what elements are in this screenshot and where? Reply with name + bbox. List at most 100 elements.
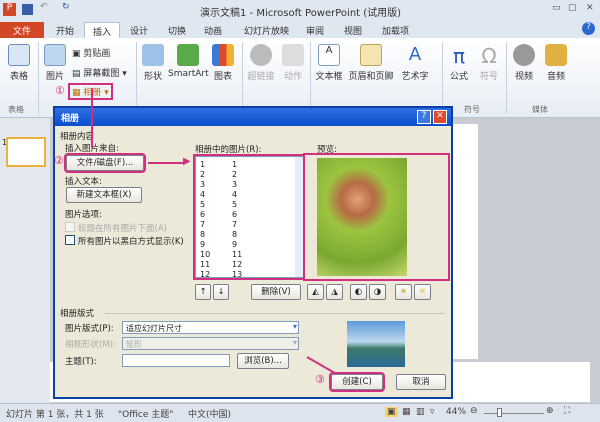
slide-count: 幻灯片 第 1 张，共 1 张 (6, 410, 104, 420)
picture-list-item[interactable]: 88 (200, 230, 302, 240)
group-label-media: 媒体 (532, 105, 548, 114)
picture-list-item[interactable]: 55 (200, 200, 302, 210)
rotate-left-button[interactable]: ◭ (307, 284, 324, 300)
omega-icon: Ω (481, 44, 497, 68)
textbox-button[interactable]: A 文本框 (314, 44, 344, 82)
photo-album-dialog: 相册 ? ✕ 相册内容 插入图片来自: ② 文件/磁盘(F)... 插入文本: … (53, 88, 453, 399)
slide-sorter-icon[interactable]: ▦ (402, 407, 411, 417)
picture-list-item[interactable]: 66 (200, 210, 302, 220)
caption-option-label: 标题在所有图片下面(A) (78, 224, 167, 234)
caption-checkbox[interactable] (65, 222, 75, 232)
zoom-in-icon[interactable]: ⊕ (546, 406, 554, 416)
equation-button[interactable]: π 公式 (446, 44, 472, 82)
wordart-button[interactable]: A 艺术字 (398, 44, 432, 82)
tab-slideshow[interactable]: 幻灯片放映 (236, 22, 297, 38)
save-icon[interactable] (22, 4, 33, 15)
dialog-title: 相册 (61, 114, 80, 124)
picture-list-item[interactable]: 33 (200, 180, 302, 190)
picture-layout-label: 图片版式(P): (65, 324, 114, 334)
zoom-slider[interactable] (484, 413, 544, 414)
tab-view[interactable]: 视图 (336, 22, 370, 38)
picture-button[interactable]: 图片 (42, 44, 68, 82)
tab-insert[interactable]: 插入 (84, 22, 121, 38)
black-white-checkbox[interactable] (65, 235, 75, 245)
picture-options-label: 图片选项: (65, 210, 102, 220)
theme-name: "Office 主题" (118, 410, 174, 420)
picture-layout-select[interactable]: 适应幻灯片尺寸 ▾ (122, 321, 299, 334)
maximize-icon[interactable]: ▢ (568, 3, 577, 13)
screenshot-button[interactable]: ▤ 屏幕截图 ▾ (72, 66, 127, 79)
file-disk-button[interactable]: 文件/磁盘(F)... (64, 153, 146, 173)
zoom-level[interactable]: 44% (446, 407, 466, 417)
audio-button[interactable]: 音频 (542, 44, 570, 82)
redo-icon[interactable]: ↻ (62, 2, 70, 12)
album-content-label: 相册内容 (60, 132, 95, 142)
language[interactable]: 中文(中国) (188, 407, 231, 420)
cancel-button[interactable]: 取消 (396, 374, 446, 390)
tab-transitions[interactable]: 切换 (160, 22, 194, 38)
contrast-up-button[interactable]: ◐ (350, 284, 367, 300)
normal-view-icon[interactable]: ▣ (385, 407, 398, 417)
annotation-arrow-right (148, 162, 186, 164)
preview-label: 预览: (317, 145, 337, 155)
table-button[interactable]: 表格 (4, 44, 34, 82)
picture-list-item[interactable]: 12 13 (200, 270, 302, 277)
slideshow-icon[interactable]: ▿ (430, 407, 435, 417)
ribbon-tabs: 文件 开始 插入 设计 切换 动画 幻灯片放映 审阅 视图 加载项 ? (0, 20, 600, 38)
undo-icon[interactable]: ↶ (40, 2, 48, 12)
header-footer-button[interactable]: 页眉和页脚 (346, 44, 396, 82)
picture-list-item[interactable]: 99 (200, 240, 302, 250)
tab-design[interactable]: 设计 (122, 22, 156, 38)
move-up-button[interactable]: ↑ (195, 284, 211, 300)
brightness-up-button[interactable]: ☀ (395, 284, 412, 300)
rotate-right-button[interactable]: ◮ (326, 284, 343, 300)
pi-icon: π (452, 44, 466, 68)
action-button[interactable]: 动作 (280, 44, 306, 82)
video-button[interactable]: 视频 (510, 44, 538, 82)
picture-list-item[interactable]: 77 (200, 220, 302, 230)
move-down-button[interactable]: ↓ (213, 284, 229, 300)
help-icon[interactable]: ? (417, 110, 431, 124)
slide-thumbnail[interactable] (6, 137, 46, 167)
picture-list-item[interactable]: 22 (200, 170, 302, 180)
help-icon[interactable]: ? (582, 22, 595, 35)
hyperlink-icon (250, 44, 272, 66)
step-2-marker: ② (54, 154, 64, 167)
shapes-button[interactable]: 形状 (140, 44, 166, 82)
reading-view-icon[interactable]: ▥ (416, 407, 425, 417)
zoom-out-icon[interactable]: ⊖ (470, 406, 478, 416)
brightness-down-button[interactable]: ☼ (414, 284, 431, 300)
action-icon (282, 44, 304, 66)
close-icon[interactable]: ✕ (433, 110, 447, 124)
remove-button[interactable]: 删除(V) (251, 284, 301, 300)
tab-home[interactable]: 开始 (48, 22, 82, 38)
minimize-icon[interactable]: ▭ (552, 3, 561, 13)
create-button[interactable]: 创建(C) (329, 372, 385, 392)
tab-file[interactable]: 文件 (0, 22, 44, 38)
contrast-down-button[interactable]: ◑ (369, 284, 386, 300)
tab-addins[interactable]: 加载项 (374, 22, 417, 38)
tab-animations[interactable]: 动画 (196, 22, 230, 38)
clipart-button[interactable]: ▣ 剪贴画 (72, 46, 110, 59)
zoom-slider-thumb[interactable] (497, 408, 502, 417)
smartart-button[interactable]: SmartArt (168, 44, 209, 79)
powerpoint-logo-icon: P (3, 3, 16, 16)
picture-list-item[interactable]: 11 (200, 160, 302, 170)
symbol-button[interactable]: Ω 符号 (476, 44, 502, 82)
close-icon[interactable]: ✕ (586, 3, 594, 13)
hyperlink-button[interactable]: 超链接 (246, 44, 276, 82)
picture-list-item[interactable]: 11 12 (200, 260, 302, 270)
table-icon (8, 44, 30, 66)
new-textbox-button[interactable]: 新建文本框(X) (66, 187, 142, 203)
fit-window-icon[interactable]: ⛶ (564, 406, 570, 416)
pictures-list[interactable]: 1 1 2 2 3 3 4 4 5 5 6 6 7 7 8 8 9 9 10 11 11 12 12 13 (193, 154, 309, 280)
browse-button[interactable]: 浏览(B)... (237, 353, 289, 369)
wordart-icon: A (408, 44, 422, 65)
step-3-marker: ③ (315, 373, 325, 386)
frame-shape-select[interactable]: 矩形 ▾ (122, 337, 299, 350)
theme-input[interactable] (122, 354, 230, 367)
picture-list-item[interactable]: 10 11 (200, 250, 302, 260)
chart-button[interactable]: 图表 (210, 44, 236, 82)
picture-list-item[interactable]: 44 (200, 190, 302, 200)
tab-review[interactable]: 审阅 (298, 22, 332, 38)
